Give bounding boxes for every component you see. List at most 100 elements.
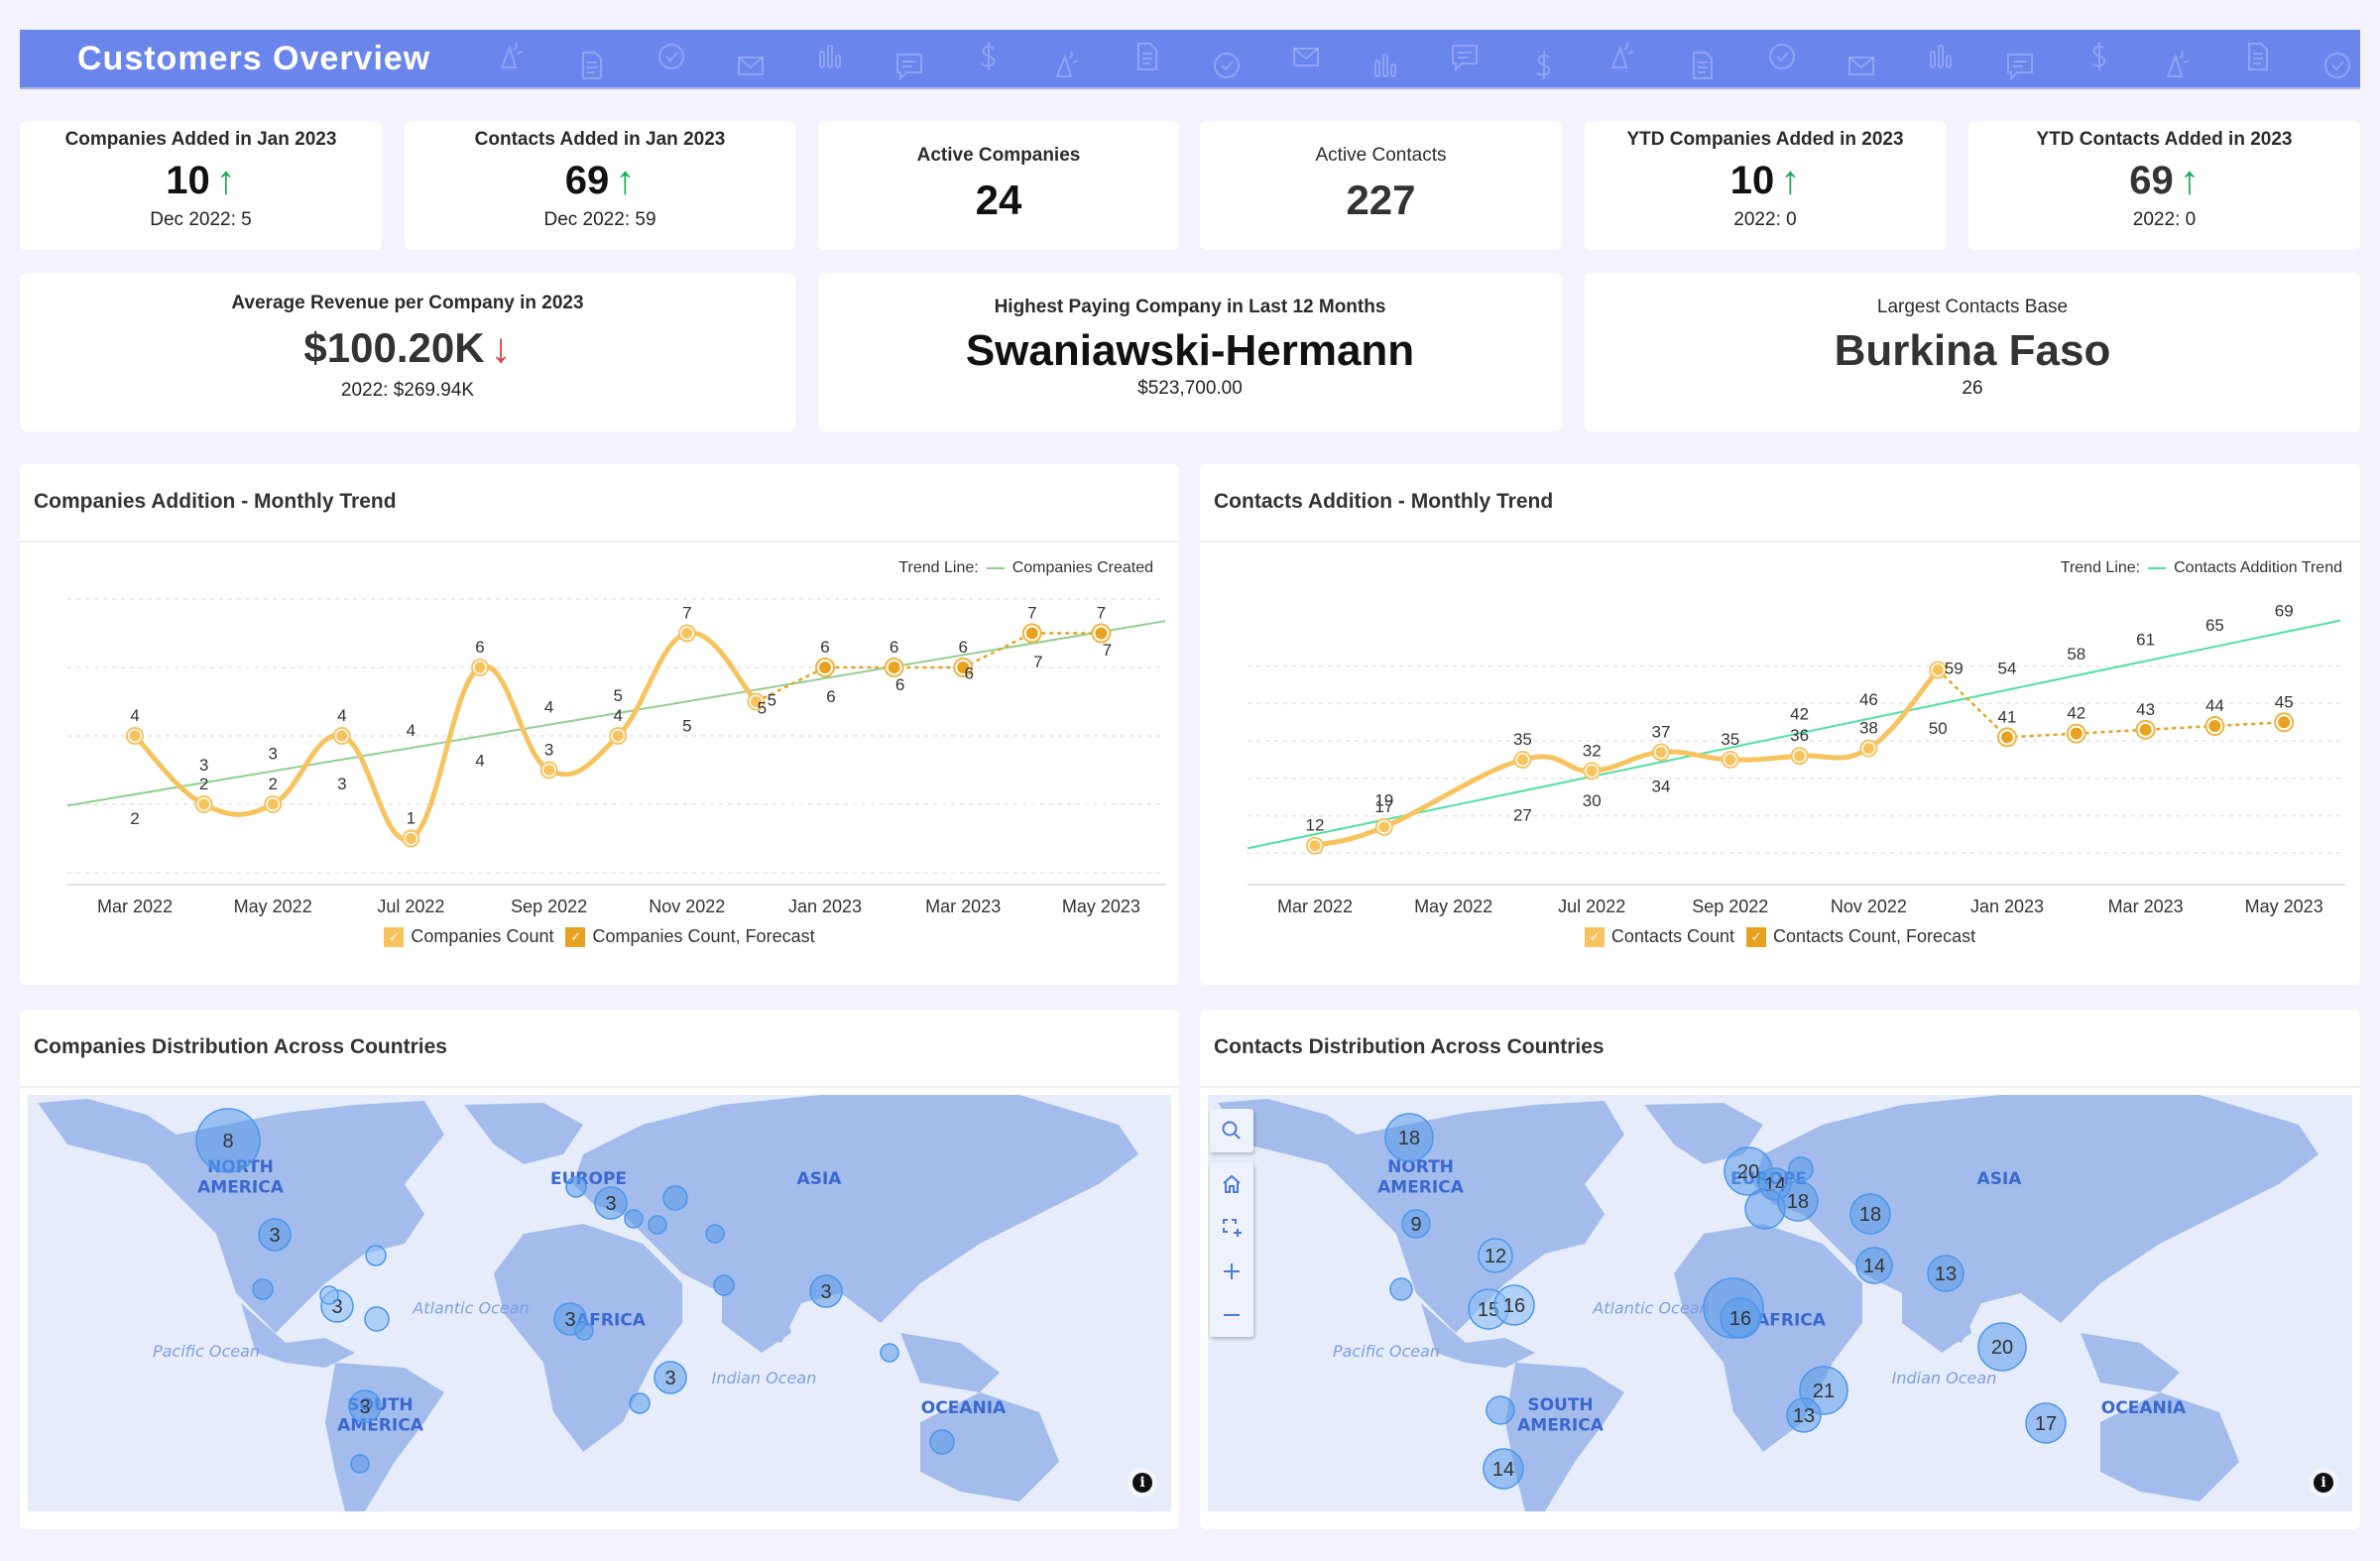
trend-label: 3 bbox=[337, 775, 346, 793]
legend-item-contacts-forecast[interactable]: ✓ Contacts Count, Forecast bbox=[1745, 926, 1975, 947]
map-bubble[interactable] bbox=[629, 1392, 651, 1414]
map-bubble[interactable]: 3 bbox=[348, 1389, 382, 1423]
kpi-highest-paying-company: Highest Paying Company in Last 12 Months… bbox=[818, 273, 1562, 431]
dollar-icon bbox=[1536, 52, 1551, 79]
map-search-button[interactable] bbox=[1210, 1109, 1253, 1152]
bubble-value: 21 bbox=[1813, 1381, 1835, 1402]
map-bubble[interactable] bbox=[565, 1176, 587, 1198]
map-bubble[interactable]: 20 bbox=[1977, 1322, 2027, 1372]
map-bubble[interactable] bbox=[705, 1224, 725, 1244]
party-icon bbox=[1610, 42, 1634, 68]
info-button[interactable]: i bbox=[2309, 1468, 2338, 1498]
map-bubble[interactable] bbox=[350, 1454, 370, 1474]
map-bubble[interactable] bbox=[574, 1321, 594, 1341]
map-home-button[interactable] bbox=[1210, 1162, 1253, 1206]
arrow-up-icon: ↑ bbox=[1780, 159, 1801, 202]
map-zoom-in-button[interactable] bbox=[1210, 1250, 1253, 1293]
map-bubble[interactable] bbox=[252, 1278, 274, 1300]
trend-label: 4 bbox=[475, 751, 484, 770]
legend-label: Companies Count bbox=[411, 926, 554, 946]
kpi-companies-added-jan: Companies Added in Jan 2023 10 ↑ Dec 2022… bbox=[20, 121, 382, 250]
bubble-value: 9 bbox=[1410, 1214, 1421, 1236]
map-bubble[interactable] bbox=[365, 1245, 387, 1266]
legend-item-companies-count[interactable]: ✓ Companies Count bbox=[384, 926, 553, 947]
map-bubble[interactable]: 3 bbox=[258, 1218, 292, 1252]
map-bubble[interactable] bbox=[1788, 1156, 1814, 1182]
map-bubble[interactable] bbox=[1389, 1277, 1413, 1301]
checkbox-icon[interactable]: ✓ bbox=[1745, 926, 1766, 947]
map-bubble[interactable]: 18 bbox=[1384, 1113, 1434, 1162]
map-zoom-out-button[interactable] bbox=[1210, 1293, 1253, 1337]
south-america-label: AMERICA bbox=[337, 1415, 424, 1435]
map-bubble[interactable]: 18 bbox=[1777, 1180, 1819, 1222]
map-bubble[interactable] bbox=[319, 1285, 339, 1305]
bubble-value: 12 bbox=[1485, 1246, 1506, 1267]
map-bubble[interactable]: 8 bbox=[195, 1108, 261, 1173]
map-bubble[interactable]: 13 bbox=[1786, 1397, 1822, 1433]
companies-trend-panel: Companies Addition - Monthly Trend Mar 2… bbox=[20, 464, 1179, 985]
bubble-value: 18 bbox=[1398, 1128, 1420, 1149]
forecast-point bbox=[888, 661, 900, 673]
map-bubble[interactable] bbox=[713, 1274, 735, 1296]
world-map[interactable]: NORTHAMERICASOUTHAMERICAEUROPEAFRICAASIA… bbox=[1208, 1095, 2352, 1511]
map-bubble[interactable]: 16 bbox=[1720, 1297, 1761, 1339]
data-point bbox=[129, 730, 141, 742]
oceania-label: OCEANIA bbox=[2101, 1398, 2187, 1418]
map-bubble[interactable]: 3 bbox=[654, 1361, 687, 1394]
kpi-label: Active Contacts bbox=[1315, 145, 1447, 166]
map-select-zoom-button[interactable] bbox=[1210, 1206, 1253, 1250]
trend-label: 3 bbox=[199, 756, 208, 775]
x-tick-label: Sep 2022 bbox=[1692, 897, 1768, 916]
world-map[interactable]: NORTHAMERICASOUTHAMERICAEUROPEAFRICAASIA… bbox=[28, 1095, 1171, 1511]
data-label: 6 bbox=[475, 638, 484, 657]
map-bubble[interactable]: 12 bbox=[1478, 1238, 1513, 1273]
map-bubble[interactable]: 13 bbox=[1927, 1255, 1964, 1292]
map-bubble[interactable]: 17 bbox=[2025, 1402, 2067, 1444]
map-bubble[interactable]: 14 bbox=[1483, 1448, 1524, 1490]
checkbox-icon[interactable]: ✓ bbox=[565, 926, 586, 947]
info-button[interactable]: i bbox=[1128, 1468, 1157, 1498]
map-bubble[interactable] bbox=[1486, 1395, 1515, 1425]
map-bubble[interactable] bbox=[880, 1343, 899, 1363]
companies-map[interactable]: NORTHAMERICASOUTHAMERICAEUROPEAFRICAASIA… bbox=[28, 1095, 1171, 1511]
map-bubble[interactable]: 16 bbox=[1493, 1284, 1535, 1326]
contacts-map[interactable]: NORTHAMERICASOUTHAMERICAEUROPEAFRICAASIA… bbox=[1208, 1095, 2352, 1511]
map-bubble[interactable] bbox=[662, 1185, 688, 1211]
map-bubble[interactable]: 9 bbox=[1401, 1209, 1431, 1239]
data-point bbox=[1378, 821, 1390, 833]
map-bubble[interactable]: 3 bbox=[594, 1186, 628, 1220]
trend-label: 27 bbox=[1513, 806, 1532, 825]
contacts-map-panel: Contacts Distribution Across Countries N… bbox=[1200, 1010, 2360, 1529]
document-icon bbox=[2248, 43, 2268, 70]
checkbox-icon[interactable]: ✓ bbox=[384, 926, 405, 947]
companies-map-panel: Companies Distribution Across Countries … bbox=[20, 1010, 1179, 1529]
data-point bbox=[474, 661, 486, 673]
forecast-label: 6 bbox=[820, 638, 829, 657]
forecast-point bbox=[1095, 627, 1108, 640]
bar-chart-icon bbox=[819, 45, 841, 68]
contacts-trend-chart: Mar 2022 May 2022 Jul 2022 Sep 2022 Nov 2022… bbox=[1247, 601, 2345, 916]
legend-item-contacts-count[interactable]: ✓ Contacts Count bbox=[1584, 926, 1734, 947]
legend-item-companies-forecast[interactable]: ✓ Companies Count, Forecast bbox=[565, 926, 815, 947]
kpi-label: Active Companies bbox=[916, 145, 1081, 166]
map-bubble[interactable]: 3 bbox=[809, 1274, 843, 1308]
map-bubble[interactable]: 14 bbox=[1855, 1247, 1893, 1284]
kpi-value: 24 bbox=[975, 177, 1022, 223]
checkbox-icon[interactable]: ✓ bbox=[1584, 926, 1605, 947]
divider bbox=[1200, 1086, 2360, 1088]
trend-legend-label: Trend Line: bbox=[898, 559, 979, 576]
map-bubble[interactable] bbox=[648, 1215, 667, 1235]
map-bubble[interactable] bbox=[364, 1306, 390, 1332]
bubble-value: 3 bbox=[269, 1225, 280, 1247]
bubble-circle bbox=[1486, 1395, 1515, 1425]
bubble-circle bbox=[1389, 1277, 1413, 1301]
trend-label: 65 bbox=[2205, 616, 2224, 635]
north-america-label: AMERICA bbox=[1377, 1177, 1465, 1197]
map-bubble[interactable] bbox=[929, 1429, 955, 1455]
bubble-circle bbox=[624, 1209, 644, 1229]
kpi-comparison: 2022: $269.94K bbox=[340, 380, 475, 401]
x-tick-label: Mar 2022 bbox=[97, 897, 173, 916]
info-icon: i bbox=[2314, 1473, 2333, 1493]
map-bubble[interactable] bbox=[624, 1209, 644, 1229]
map-bubble[interactable]: 18 bbox=[1849, 1193, 1891, 1235]
